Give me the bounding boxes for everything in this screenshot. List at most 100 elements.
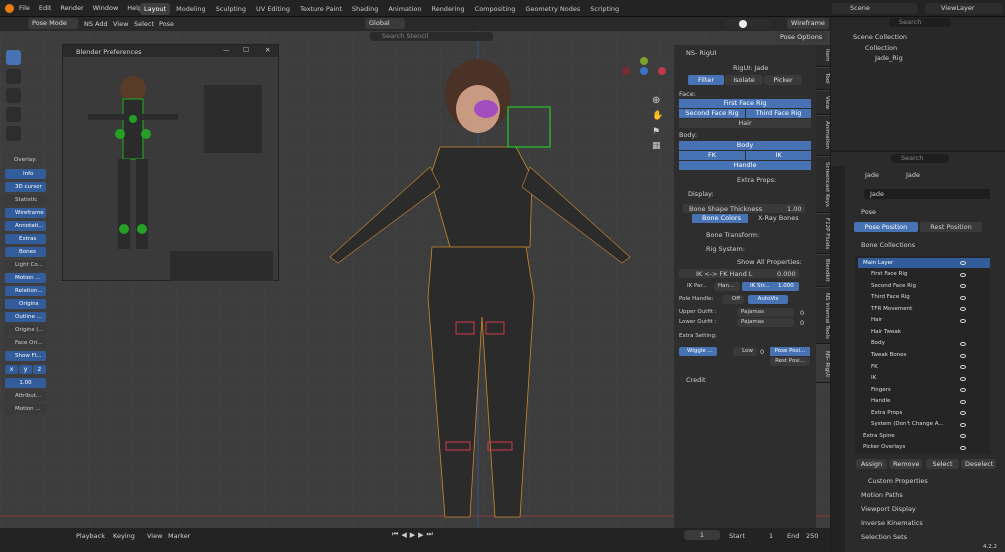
tab-scripting[interactable]: Scripting xyxy=(586,3,623,15)
bone-colors-toggle[interactable]: Bone Colors xyxy=(692,214,748,223)
timeline-view-menu[interactable]: View xyxy=(147,532,162,540)
visibility-eye-icon[interactable] xyxy=(960,273,966,277)
overlay-extras[interactable]: Extras xyxy=(5,234,46,244)
collection-tfr-movement[interactable]: TFR Movement xyxy=(871,306,912,312)
tab-modeling[interactable]: Modeling xyxy=(172,3,210,15)
second-face-rig-button[interactable]: Second Face Rig xyxy=(679,109,745,118)
axis-z-icon[interactable] xyxy=(640,67,648,75)
jump-end-icon[interactable]: ⏭ xyxy=(426,530,432,539)
rig-system-label[interactable]: Rig System: xyxy=(706,245,745,253)
overlay-info[interactable]: Info xyxy=(5,169,46,179)
minimize-icon[interactable]: — xyxy=(223,46,230,54)
filter-button[interactable]: Filter xyxy=(688,75,724,85)
handle-button[interactable]: Handle xyxy=(679,161,811,170)
view-menu[interactable]: View xyxy=(113,20,128,28)
grid-scale-field[interactable]: 1.00 xyxy=(5,378,46,388)
pose-position-button[interactable]: Pose Posi... xyxy=(770,347,810,356)
collection-body[interactable]: Body xyxy=(871,340,885,346)
overlay-motion-2[interactable]: Motion ... xyxy=(5,404,46,414)
next-key-icon[interactable]: ▶ xyxy=(418,531,423,539)
vtab-animation[interactable]: Animation xyxy=(816,116,830,156)
rotate-tool[interactable] xyxy=(6,107,21,122)
vtab-ns-internal-tools[interactable]: NS Internal Tools xyxy=(816,288,830,344)
vtab-screencast-keys[interactable]: Screencast Keys xyxy=(816,157,830,213)
isolate-button[interactable]: Isolate xyxy=(725,75,763,85)
outliner[interactable]: Search Scene Collection Collection Jade_… xyxy=(831,17,1005,150)
visibility-eye-icon[interactable] xyxy=(960,446,966,450)
axis-y-icon[interactable] xyxy=(640,57,648,65)
jump-start-icon[interactable]: ⏮ xyxy=(392,530,398,539)
autovis-toggle[interactable]: AutoVis xyxy=(748,295,788,304)
first-face-rig-button[interactable]: First Face Rig xyxy=(679,99,811,108)
tab-shading[interactable]: Shading xyxy=(348,3,382,15)
picker-button[interactable]: Picker xyxy=(764,75,802,85)
end-value[interactable]: 250 xyxy=(806,532,818,540)
collection-hair-tweak[interactable]: Hair Tweak xyxy=(871,329,901,335)
vtab-blendkit[interactable]: Blendkit xyxy=(816,255,830,287)
collection-handle[interactable]: Handle xyxy=(871,398,890,404)
vtab-tool[interactable]: Tool xyxy=(816,68,830,90)
overlay-annotations[interactable]: Annotati... xyxy=(5,221,46,231)
transform-orientation-dropdown[interactable]: Global xyxy=(365,18,405,29)
marker-menu[interactable]: Marker xyxy=(168,532,190,540)
collection-extra-spine[interactable]: Extra Spine xyxy=(863,433,895,439)
assign-button[interactable]: Assign xyxy=(856,459,887,469)
keying-menu[interactable]: Keying xyxy=(113,532,135,540)
tab-geometry-nodes[interactable]: Geometry Nodes xyxy=(521,3,584,15)
display-label[interactable]: Display: xyxy=(688,190,714,198)
armature-name-field[interactable]: Jade xyxy=(864,189,990,199)
tab-uv-editing[interactable]: UV Editing xyxy=(252,3,294,15)
collection-ik[interactable]: IK xyxy=(871,375,876,381)
collection-third-face-rig[interactable]: Third Face Rig xyxy=(871,294,910,300)
prev-key-icon[interactable]: ◀ xyxy=(401,531,406,539)
low-value[interactable]: 0 xyxy=(760,348,764,356)
cursor-tool[interactable] xyxy=(6,69,21,84)
select-box-tool[interactable] xyxy=(6,50,21,65)
stencil-search-input[interactable]: Search Stencil xyxy=(370,32,493,41)
collection-main-layer[interactable]: Main Layer xyxy=(863,260,893,266)
solid-shading-icon[interactable] xyxy=(739,20,747,28)
outliner-search[interactable]: Search xyxy=(889,18,951,27)
menu-render[interactable]: Render xyxy=(60,4,83,12)
tab-layout[interactable]: Layout xyxy=(140,3,171,15)
shading-dropdown[interactable]: Wireframe xyxy=(787,18,829,29)
vtab-ns-rigui[interactable]: NS- RigUI xyxy=(816,345,830,383)
collection-system[interactable]: System (Don't Change A... xyxy=(871,421,944,427)
axis-z-toggle[interactable]: z xyxy=(33,365,46,374)
lower-outfit-dropdown[interactable]: Pajamas xyxy=(737,318,794,327)
upper-outfit-dropdown[interactable]: Pajamas xyxy=(737,308,794,317)
axis-y-toggle[interactable]: y xyxy=(19,365,32,374)
start-value[interactable]: 1 xyxy=(769,532,773,540)
maximize-icon[interactable]: ☐ xyxy=(243,46,249,54)
ik-fk-slider[interactable]: IK <-> FK Hand L 0.000 xyxy=(679,269,799,278)
3d-viewport[interactable]: Pose Mode NS Add View Select Pose Global… xyxy=(0,17,830,528)
body-button[interactable]: Body xyxy=(679,141,811,150)
visibility-eye-icon[interactable] xyxy=(960,365,966,369)
overlay-attribute[interactable]: Attribut... xyxy=(5,391,46,401)
pose-menu[interactable]: Pose xyxy=(159,20,174,28)
hair-button[interactable]: Hair xyxy=(679,119,811,128)
navigation-gizmo[interactable] xyxy=(622,57,668,97)
ortho-grid-icon[interactable]: ▦ xyxy=(652,141,661,151)
xray-bones-toggle[interactable]: X-Ray Bones xyxy=(758,214,806,223)
vtab-view[interactable]: View xyxy=(816,91,830,115)
visibility-eye-icon[interactable] xyxy=(960,342,966,346)
pose-section[interactable]: Pose xyxy=(861,208,876,216)
select-menu[interactable]: Select xyxy=(134,20,154,28)
low-toggle[interactable]: Low xyxy=(733,347,757,356)
visibility-eye-icon[interactable] xyxy=(960,400,966,404)
menu-window[interactable]: Window xyxy=(93,4,119,12)
overlay-bones[interactable]: Bones xyxy=(5,247,46,257)
zoom-icon[interactable]: ⊕ xyxy=(652,95,660,106)
visibility-eye-icon[interactable] xyxy=(960,284,966,288)
visibility-eye-icon[interactable] xyxy=(960,319,966,323)
inverse-kinematics-section[interactable]: Inverse Kinematics xyxy=(861,519,923,527)
timeline[interactable]: Playback Keying View Marker ⏮ ◀ ▶ ▶ ⏭ 1 … xyxy=(0,528,830,552)
pole-handle-off-toggle[interactable]: Off xyxy=(722,295,744,304)
rest-position-toggle[interactable]: Rest Position xyxy=(920,222,982,232)
jade-rig-item[interactable]: Jade_Rig xyxy=(875,54,903,62)
collection-first-face-rig[interactable]: First Face Rig xyxy=(871,271,907,277)
remove-button[interactable]: Remove xyxy=(889,459,922,469)
mode-dropdown[interactable]: Pose Mode xyxy=(28,18,78,29)
wiggle-toggle[interactable]: Wiggle ... xyxy=(679,347,717,356)
